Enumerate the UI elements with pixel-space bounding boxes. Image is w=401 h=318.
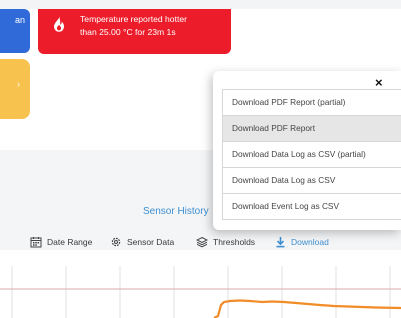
temperature-alert-card[interactable]: Temperature reported hotter than 25.00 °… [38, 9, 231, 54]
gear-icon [111, 237, 121, 247]
alert-card-blue-text: an [14, 15, 25, 25]
temperature-series-line [213, 299, 401, 318]
chart-gridlines [11, 266, 391, 318]
sensor-data-label: Sensor Data [127, 237, 175, 247]
temperature-alert-line2: than 25.00 °C for 23m 1s [80, 27, 176, 37]
menu-item-event-log-csv[interactable]: Download Event Log as CSV [223, 194, 401, 219]
alert-card-yellow[interactable]: › [0, 59, 30, 119]
chart-canvas [0, 266, 401, 318]
sensor-data-button[interactable]: Sensor Data [110, 234, 174, 250]
temperature-alert-message: Temperature reported hotter than 25.00 °… [80, 13, 228, 39]
screen: an Temperature reported hotter than 25.0… [0, 0, 401, 318]
flame-icon [53, 14, 65, 32]
top-strip [0, 0, 401, 9]
menu-item-pdf-report[interactable]: Download PDF Report [223, 116, 401, 142]
layers-icon [196, 236, 208, 248]
alert-card-blue[interactable]: an [0, 9, 30, 53]
sensor-history-chart [0, 258, 401, 318]
download-dropdown: × Download PDF Report (partial) Download… [213, 71, 401, 230]
menu-item-pdf-partial[interactable]: Download PDF Report (partial) [223, 90, 401, 116]
close-icon[interactable]: × [375, 75, 383, 90]
download-button[interactable]: Download [275, 234, 329, 250]
download-menu: Download PDF Report (partial) Download P… [222, 89, 401, 220]
sensor-history-title: Sensor History [143, 206, 209, 217]
thresholds-button[interactable]: Thresholds [196, 234, 255, 250]
alert-card-yellow-mark: › [17, 79, 20, 89]
calendar-icon [30, 237, 42, 248]
menu-item-csv-partial[interactable]: Download Data Log as CSV (partial) [223, 142, 401, 168]
date-range-label: Date Range [47, 237, 93, 247]
download-icon [276, 237, 285, 248]
thresholds-label: Thresholds [213, 237, 256, 247]
date-range-button[interactable]: Date Range [30, 234, 92, 250]
menu-item-csv[interactable]: Download Data Log as CSV [223, 168, 401, 194]
temperature-alert-line1: Temperature reported hotter [80, 14, 188, 24]
download-label: Download [291, 237, 329, 247]
